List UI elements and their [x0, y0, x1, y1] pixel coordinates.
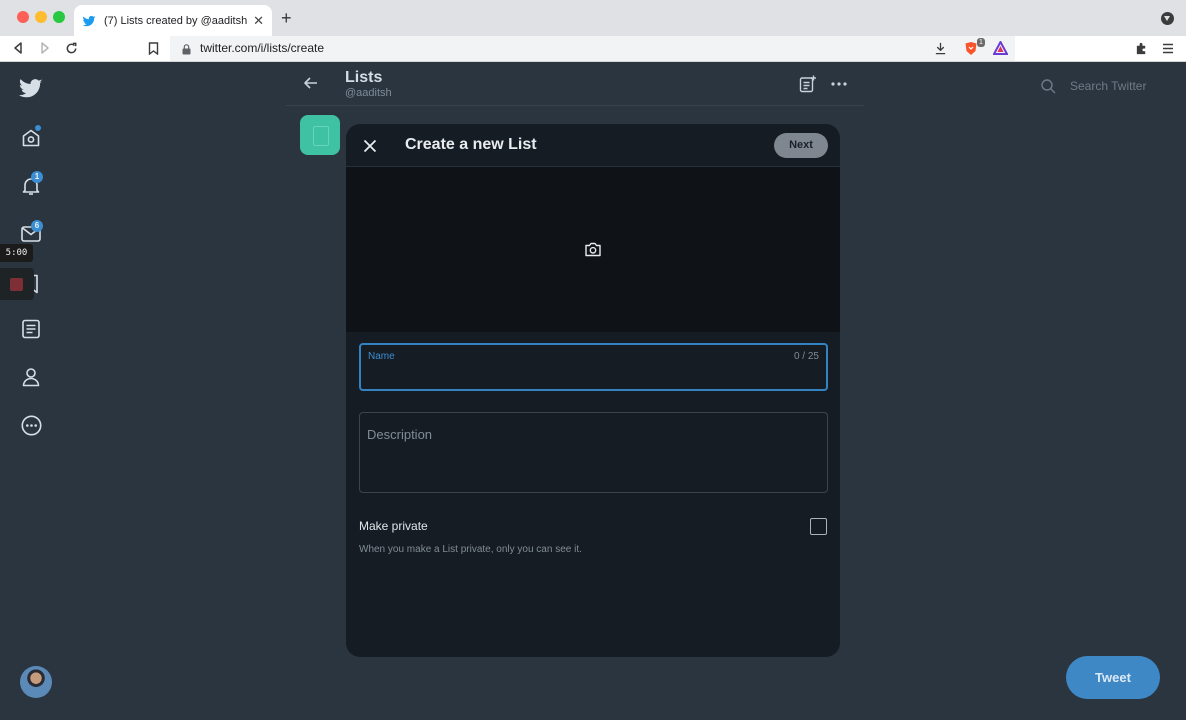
window-zoom-button[interactable] — [53, 11, 65, 23]
lock-icon[interactable] — [182, 42, 191, 60]
description-input[interactable] — [367, 427, 817, 487]
stop-square-icon — [10, 278, 23, 291]
modal-title: Create a new List — [405, 136, 537, 153]
extensions-puzzle-icon[interactable] — [1133, 40, 1149, 56]
lists-icon[interactable] — [19, 317, 43, 341]
name-input[interactable] — [368, 367, 808, 385]
back-icon[interactable] — [10, 40, 26, 56]
twitter-favicon-icon — [82, 14, 96, 28]
reload-icon[interactable] — [63, 40, 79, 56]
recording-timer: 5:00 — [0, 244, 33, 262]
brave-shields-count: 1 — [977, 38, 985, 47]
more-icon[interactable] — [19, 413, 43, 437]
name-field[interactable]: Name 0 / 25 — [359, 343, 828, 391]
make-private-label: Make private — [359, 519, 428, 533]
create-list-modal: Create a new List Next Name 0 / 25 Make … — [346, 124, 840, 657]
tab-close-icon[interactable]: ✕ — [253, 14, 264, 27]
browser-tab-bar: (7) Lists created by @aaditsh / Twitter … — [0, 0, 1186, 36]
new-tab-plus-icon[interactable]: + — [281, 8, 292, 28]
next-button[interactable]: Next — [774, 133, 828, 158]
forward-icon[interactable] — [37, 40, 53, 56]
page-title: Lists — [345, 69, 383, 86]
browser-toolbar: twitter.com/i/lists/create 1 — [0, 36, 1186, 62]
notifications-badge: 1 — [31, 171, 43, 183]
banner-upload-area[interactable] — [346, 167, 840, 332]
tab-title: (7) Lists created by @aaditsh / Twitter — [104, 14, 248, 27]
tweet-button[interactable]: Tweet — [1066, 656, 1160, 699]
modal-header: Create a new List Next — [346, 124, 840, 167]
brave-rewards-icon[interactable] — [992, 40, 1008, 56]
stop-recording-button[interactable] — [0, 268, 34, 300]
address-bar[interactable]: twitter.com/i/lists/create — [170, 36, 1015, 61]
download-icon[interactable] — [932, 40, 948, 56]
search-input[interactable]: Search Twitter — [1070, 79, 1146, 93]
twitter-logo-icon[interactable] — [19, 77, 43, 101]
browser-menu-icon[interactable] — [1160, 40, 1176, 56]
account-avatar[interactable] — [20, 666, 52, 698]
search-icon[interactable] — [1041, 79, 1056, 99]
lists-header: Lists @aaditsh — [286, 62, 864, 106]
add-photo-camera-icon[interactable] — [584, 241, 602, 262]
profile-icon[interactable] — [19, 365, 43, 389]
more-options-icon[interactable] — [829, 75, 849, 93]
browser-tab[interactable]: (7) Lists created by @aaditsh / Twitter … — [74, 5, 272, 36]
close-icon[interactable] — [360, 136, 380, 161]
create-list-icon[interactable] — [798, 75, 818, 93]
messages-badge: 6 — [31, 220, 43, 232]
bookmark-page-icon[interactable] — [145, 40, 161, 56]
back-arrow-icon[interactable] — [303, 75, 319, 96]
list-thumbnail[interactable] — [300, 115, 340, 155]
url-text[interactable]: twitter.com/i/lists/create — [200, 41, 324, 55]
make-private-help-text: When you make a List private, only you c… — [359, 544, 582, 555]
name-char-count: 0 / 25 — [793, 351, 819, 362]
make-private-checkbox[interactable] — [810, 518, 827, 535]
tab-search-chevron-icon[interactable] — [1161, 12, 1174, 25]
home-new-dot — [35, 125, 41, 131]
window-close-button[interactable] — [17, 11, 29, 23]
window-minimize-button[interactable] — [35, 11, 47, 23]
description-field[interactable] — [359, 412, 828, 493]
page-handle: @aaditsh — [345, 87, 392, 99]
name-label: Name — [368, 351, 395, 362]
